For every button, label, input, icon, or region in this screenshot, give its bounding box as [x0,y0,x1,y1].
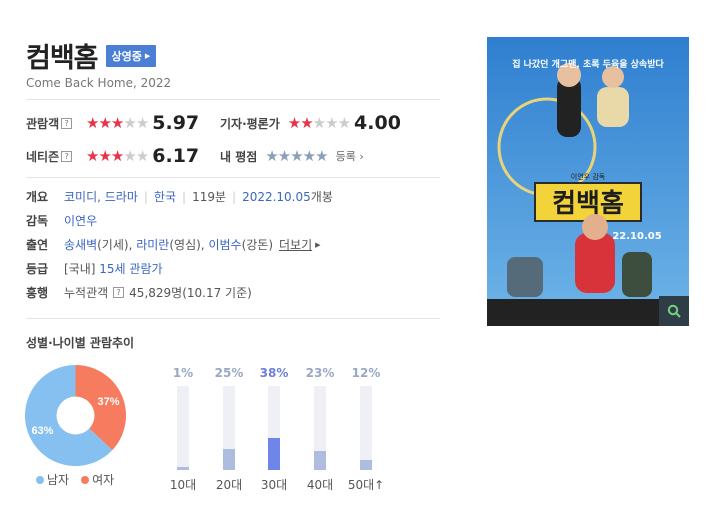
chevron-right-icon: ▶ [144,51,151,60]
age-bar-track [223,386,235,470]
runtime: 119분 [192,190,227,204]
age-percent-label: 38% [259,366,289,380]
age-percent-label: 1% [172,366,194,380]
boxoffice-date: (10.17 기준) [182,286,252,300]
info-director: 감독 이연우 [26,212,97,229]
movie-poster[interactable]: 컴백홈 집 나갔던 개그맨, 초록 두육을 상속받다 이연우 감독 22.10.… [487,37,689,326]
age-column: 12% 50대↑ [343,366,389,493]
movie-title: 컴백홈 [26,43,99,74]
my-rating-label: 내 평점 [220,149,258,164]
audience-score: 5.97 [152,112,200,134]
legend-male: 남자 [36,471,69,488]
age-column: 38% 30대 [251,366,297,493]
release-date-link[interactable]: 2022.10.05 [242,190,311,204]
age-column: 1% 10대 [160,366,206,493]
poster-art: 컴백홈 집 나갔던 개그맨, 초록 두육을 상속받다 이연우 감독 22.10.… [487,37,689,326]
netizen-label: 네티즌 [26,149,60,164]
divider [26,318,440,319]
info-boxoffice: 흥행 누적관객 ? 45,829명 (10.17 기준) [26,286,252,300]
director-link[interactable]: 이연우 [64,212,97,229]
svg-text:이연우 감독: 이연우 감독 [571,172,606,181]
age-bar-fill [360,459,372,470]
netizen-score: 6.17 [152,145,200,167]
age-percent-label: 23% [305,366,335,380]
age-bar-fill [223,449,235,470]
svg-text:22.10.05: 22.10.05 [612,231,661,242]
help-icon[interactable]: ? [113,287,125,298]
register-rating-link[interactable]: 등록 › [336,148,364,164]
movie-subtitle: Come Back Home, 2022 [26,76,172,90]
now-showing-badge[interactable]: 상영중 ▶ [105,44,157,67]
rating-netizen: 네티즌 ? ★ ★ ★ ★ ★ 6.17 [26,145,199,167]
critics-label: 기자·평론가 [220,116,280,131]
age-column: 25% 20대 [206,366,252,493]
title-row: 컴백홈 상영중 ▶ [26,36,157,75]
trend-title: 성별·나이별 관람추이 [26,336,135,350]
cast-link-2[interactable]: 라미란 [136,236,169,253]
age-category-label: 30대 [260,478,288,492]
audience-label: 관람객 [26,116,60,131]
age-category-label: 50대↑ [347,478,385,492]
age-rating-label: 등급 [26,262,49,276]
legend-female: 여자 [81,471,114,488]
age-bar-track [177,386,189,470]
release-suffix: 개봉 [310,190,333,204]
magnifier-icon [667,304,681,318]
divider [26,177,440,178]
badge-label: 상영중 [111,49,142,63]
more-cast-link[interactable]: 더보기 [279,236,312,253]
age-rating-link[interactable]: 15세 관람가 [99,260,162,277]
svg-text:컴백홈: 컴백홈 [552,189,624,219]
info-cast: 출연 송새벽 (기세), 라미란 (영심), 이범수 (강돈) 더보기 ▶ [26,236,321,253]
audience-stars: ★ ★ ★ ★ ★ [86,114,149,132]
boxoffice-count: 45,829명 [129,286,183,300]
age-bar-fill [314,450,326,470]
pie-label-male: 63% [31,425,53,437]
pie-legend: 남자 여자 [36,471,126,488]
genre-link[interactable]: 코미디, 드라마 [64,188,138,205]
help-icon[interactable]: ? [61,150,73,162]
gender-pie-chart: 63% 37% [24,364,127,467]
age-percent-label: 25% [214,366,244,380]
rating-audience: 관람객 ? ★ ★ ★ ★ ★ 5.97 [26,112,199,134]
age-column: 23% 40대 [297,366,343,493]
age-bar-track [314,386,326,470]
info-overview: 개요 코미디, 드라마 | 한국 | 119분 | 2022.10.05 개봉 [26,188,333,205]
age-bar-track [268,386,280,470]
netizen-stars: ★ ★ ★ ★ ★ [86,147,149,165]
cast-link-3[interactable]: 이범수 [208,236,241,253]
rating-critics: 기자·평론가 ★ ★ ★ ★ ★ 4.00 [220,112,401,134]
critics-score: 4.00 [354,112,401,134]
help-icon[interactable]: ? [61,117,73,129]
chevron-right-icon: › [359,150,364,163]
country-link[interactable]: 한국 [154,188,176,205]
director-label: 감독 [26,214,49,228]
caret-right-icon: ▶ [315,240,321,249]
divider [26,99,440,100]
pie-label-female: 37% [98,396,120,408]
age-percent-label: 12% [351,366,381,380]
boxoffice-label: 흥행 [26,286,49,300]
age-bar-fill [177,467,189,470]
critics-stars: ★ ★ ★ ★ ★ [287,114,351,132]
pie-hole [56,396,95,435]
cast-label: 출연 [26,238,49,252]
info-rating: 등급 [국내] 15세 관람가 [26,260,163,277]
my-rating-stars[interactable]: ★ ★ ★ ★ ★ [265,147,328,165]
zoom-button[interactable] [659,296,689,326]
cast-link-1[interactable]: 송새벽 [64,236,97,253]
age-bar-track [360,386,372,470]
pie-svg: 63% 37% [24,365,126,466]
rating-mine: 내 평점 ★ ★ ★ ★ ★ 등록 › [220,147,364,165]
age-category-label: 20대 [215,478,243,492]
svg-text:집 나갔던 개그맨, 초록 두육을 상속받다: 집 나갔던 개그맨, 초록 두육을 상속받다 [512,58,664,70]
overview-label: 개요 [26,190,49,204]
age-category-label: 10대 [169,478,197,492]
age-category-label: 40대 [306,478,334,492]
age-bar-fill [268,438,280,470]
